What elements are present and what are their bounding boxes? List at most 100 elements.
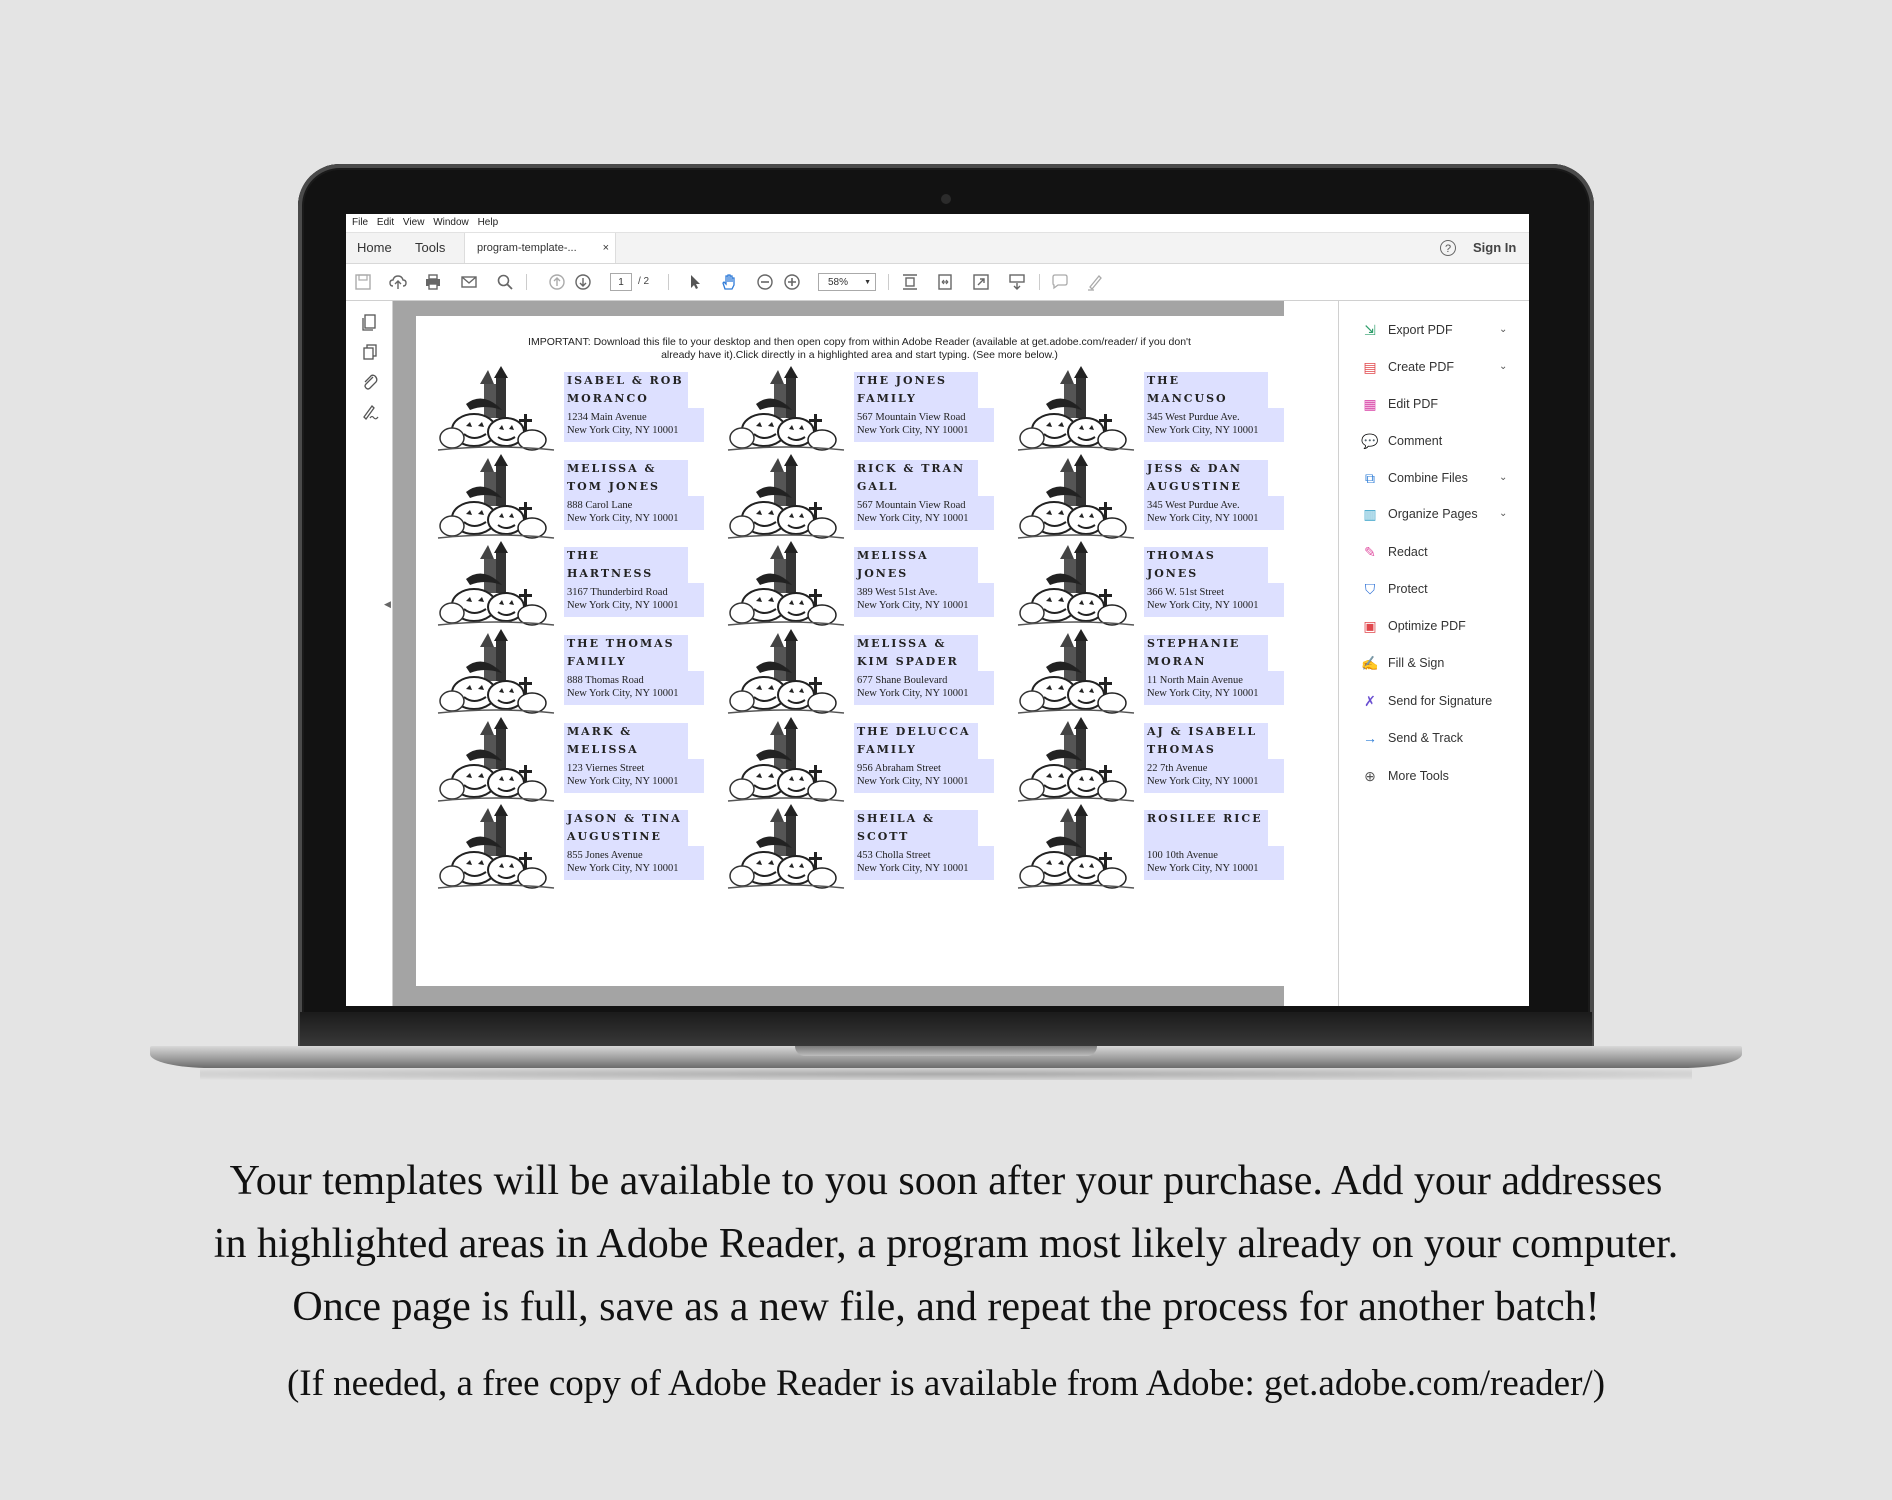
label-address-field[interactable]: 3167 Thunderbird Road New York City, NY … — [564, 583, 704, 617]
label-name-field[interactable]: SHEILA & SCOTT MANCUSO — [854, 810, 978, 861]
label-name-field[interactable]: MARK & MELISSA SCOTT — [564, 723, 688, 774]
page-number-input[interactable]: 1 — [610, 273, 632, 291]
tool-export-pdf[interactable]: ⇲ Export PDF ⌄ — [1361, 319, 1521, 341]
label-city: New York City, NY 10001 — [857, 513, 969, 524]
tool-protect[interactable]: ⛉ Protect — [1361, 578, 1521, 600]
label-name-field[interactable]: THE DELUCCA FAMILY — [854, 723, 978, 763]
page-thumbnails-icon[interactable] — [361, 313, 379, 331]
tool-edit-pdf[interactable]: ▦ Edit PDF — [1361, 393, 1521, 415]
label-address-field[interactable]: 888 Carol Lane New York City, NY 10001 — [564, 496, 704, 530]
label-address-field[interactable]: 345 West Purdue Ave. New York City, NY 1… — [1144, 496, 1284, 530]
save-icon[interactable] — [354, 273, 372, 291]
help-icon[interactable]: ? — [1440, 240, 1456, 256]
search-icon[interactable] — [496, 273, 514, 291]
caption-line3: Once page is full, save as a new file, a… — [292, 1284, 1600, 1330]
tool-send-track[interactable]: → Send & Track — [1361, 727, 1521, 749]
print-icon[interactable] — [424, 273, 442, 291]
chevron-down-icon[interactable]: ⌄ — [1499, 356, 1507, 378]
attachment-icon[interactable] — [361, 373, 379, 391]
scroll-mode-icon[interactable] — [1008, 273, 1026, 291]
label-name-field[interactable]: JESS & DAN AUGUSTINE — [1144, 460, 1268, 500]
tool-create-pdf[interactable]: ▤ Create PDF ⌄ — [1361, 356, 1521, 378]
tool-combine-files[interactable]: ⧉ Combine Files ⌄ — [1361, 467, 1521, 489]
address-label: ISABEL & ROB MORANCO 1234 Main Avenue Ne… — [436, 364, 704, 452]
label-name-field[interactable]: THE JONES FAMILY — [854, 372, 978, 412]
tool-comment[interactable]: 💬 Comment — [1361, 430, 1521, 452]
tool-redact[interactable]: ✎ Redact — [1361, 541, 1521, 563]
highlight-pen-icon[interactable] — [1086, 273, 1104, 291]
hand-tool-icon[interactable] — [720, 273, 738, 291]
previous-page-icon[interactable] — [548, 273, 566, 291]
email-icon[interactable] — [460, 273, 478, 291]
menu-file[interactable]: File — [352, 214, 368, 232]
label-name-field[interactable]: AJ & ISABELL THOMAS — [1144, 723, 1268, 763]
label-name-field[interactable]: ISABEL & ROB MORANCO — [564, 372, 688, 412]
label-address-field[interactable]: 345 West Purdue Ave. New York City, NY 1… — [1144, 408, 1284, 442]
label-name-field[interactable]: THE MANCUSO FAMILY — [1144, 372, 1268, 423]
more-tools-icon: ⊕ — [1364, 768, 1376, 784]
tool-fill-sign[interactable]: ✍ Fill & Sign — [1361, 652, 1521, 674]
label-address-field[interactable]: 567 Mountain View Road New York City, NY… — [854, 408, 994, 442]
label-address-field[interactable]: 1234 Main Avenue New York City, NY 10001 — [564, 408, 704, 442]
full-screen-icon[interactable] — [972, 273, 990, 291]
tab-home[interactable]: Home — [357, 233, 392, 263]
fit-width-icon[interactable] — [936, 273, 954, 291]
zoom-level-select[interactable]: 58% ▼ — [818, 273, 876, 291]
close-tab-icon[interactable]: × — [603, 233, 609, 263]
tool-more-tools[interactable]: ⊕ More Tools — [1361, 765, 1521, 787]
label-name-field[interactable]: RICK & TRAN GALL — [854, 460, 978, 500]
tool-label: Create PDF — [1388, 360, 1454, 374]
label-name-field[interactable]: ROSILEE RICE — [1144, 810, 1268, 850]
label-address-field[interactable]: 11 North Main Avenue New York City, NY 1… — [1144, 671, 1284, 705]
label-name-field[interactable]: MELISSA JONES — [854, 547, 978, 587]
label-city: New York City, NY 10001 — [857, 688, 969, 699]
zoom-out-icon[interactable] — [756, 273, 774, 291]
chevron-down-icon[interactable]: ⌄ — [1499, 503, 1507, 525]
label-address-field[interactable]: 855 Jones Avenue New York City, NY 10001 — [564, 846, 704, 880]
chevron-down-icon[interactable]: ⌄ — [1499, 319, 1507, 341]
label-name-field[interactable]: JASON & TINA AUGUSTINE — [564, 810, 688, 850]
label-address-field[interactable]: 389 West 51st Ave. New York City, NY 100… — [854, 583, 994, 617]
select-cursor-icon[interactable] — [686, 273, 704, 291]
label-address-field[interactable]: 567 Mountain View Road New York City, NY… — [854, 496, 994, 530]
label-name-field[interactable]: THE THOMAS FAMILY — [564, 635, 688, 675]
next-page-icon[interactable] — [574, 273, 592, 291]
tab-tools[interactable]: Tools — [415, 233, 445, 263]
menu-window[interactable]: Window — [433, 214, 469, 232]
label-address-field[interactable]: 366 W. 51st Street New York City, NY 100… — [1144, 583, 1284, 617]
label-name-field[interactable]: MELISSA & TOM JONES — [564, 460, 688, 500]
label-address-field[interactable]: 888 Thomas Road New York City, NY 10001 — [564, 671, 704, 705]
label-address-field[interactable]: 677 Shane Boulevard New York City, NY 10… — [854, 671, 994, 705]
optimize-pdf-icon: ▣ — [1363, 618, 1377, 634]
label-address-field[interactable]: 453 Cholla Street New York City, NY 1000… — [854, 846, 994, 880]
collapse-panel-icon[interactable]: ◀ — [384, 599, 391, 610]
label-address-field[interactable]: 100 10th Avenue New York City, NY 10001 — [1144, 846, 1284, 880]
tab-document[interactable]: program-template-... × — [464, 233, 616, 263]
tab-document-title: program-template-... — [477, 242, 577, 254]
menu-help[interactable]: Help — [478, 214, 499, 232]
tool-optimize-pdf[interactable]: ▣ Optimize PDF — [1361, 615, 1521, 637]
label-name-field[interactable]: THOMAS JONES — [1144, 547, 1268, 587]
label-address-field[interactable]: 956 Abraham Street New York City, NY 100… — [854, 759, 994, 793]
label-address-field[interactable]: 123 Viernes Street New York City, NY 100… — [564, 759, 704, 793]
tool-send-for-signature[interactable]: ✗ Send for Signature — [1361, 690, 1521, 712]
signature-icon[interactable] — [361, 403, 379, 421]
combine-files-icon: ⧉ — [1365, 470, 1375, 486]
label-street: 1234 Main Avenue — [567, 412, 647, 423]
label-address-field[interactable]: 22 7th Avenue New York City, NY 10001 — [1144, 759, 1284, 793]
upload-cloud-icon[interactable] — [389, 273, 407, 291]
menu-edit[interactable]: Edit — [377, 214, 394, 232]
address-label: MELISSA JONES 389 West 51st Ave. New Yor… — [726, 539, 994, 627]
label-name-field[interactable]: STEPHANIE MORAN — [1144, 635, 1268, 675]
fit-page-icon[interactable] — [901, 273, 919, 291]
pages-icon[interactable] — [361, 343, 379, 361]
sign-in-button[interactable]: Sign In — [1473, 233, 1516, 263]
label-name-field[interactable]: THE HARTNESS FAMILY — [564, 547, 688, 598]
label-name-field[interactable]: MELISSA & KIM SPADER — [854, 635, 978, 675]
comment-icon[interactable] — [1051, 273, 1069, 291]
label-city: New York City, NY 10001 — [1147, 863, 1259, 874]
zoom-in-icon[interactable] — [783, 273, 801, 291]
chevron-down-icon[interactable]: ⌄ — [1499, 467, 1507, 489]
tool-organize-pages[interactable]: ▥ Organize Pages ⌄ — [1361, 503, 1521, 525]
menu-view[interactable]: View — [403, 214, 425, 232]
